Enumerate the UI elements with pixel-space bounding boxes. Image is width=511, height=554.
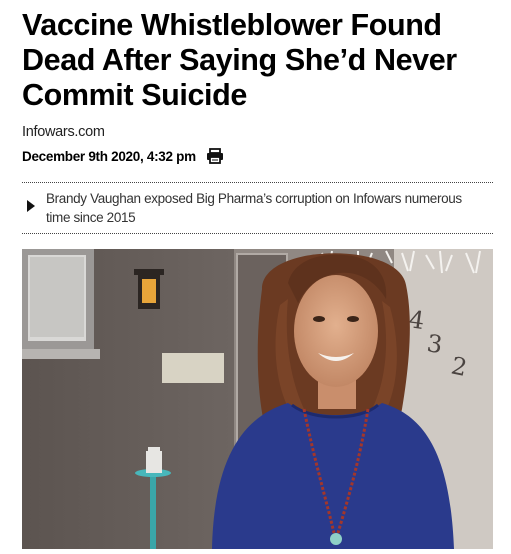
article-hero-image: 4 3 2 [22,249,493,549]
article-date: December 9th 2020, 4:32 pm [22,148,196,164]
triangle-right-icon [22,183,46,217]
article-dateline: December 9th 2020, 4:32 pm [22,147,224,165]
article-summary: Brandy Vaughan exposed Big Pharma’s corr… [22,182,493,234]
printer-icon[interactable] [206,148,224,164]
article-source[interactable]: Infowars.com [22,124,105,140]
article-headline: Vaccine Whistleblower Found Dead After S… [22,8,457,112]
article-summary-text: Brandy Vaughan exposed Big Pharma’s corr… [46,191,462,225]
